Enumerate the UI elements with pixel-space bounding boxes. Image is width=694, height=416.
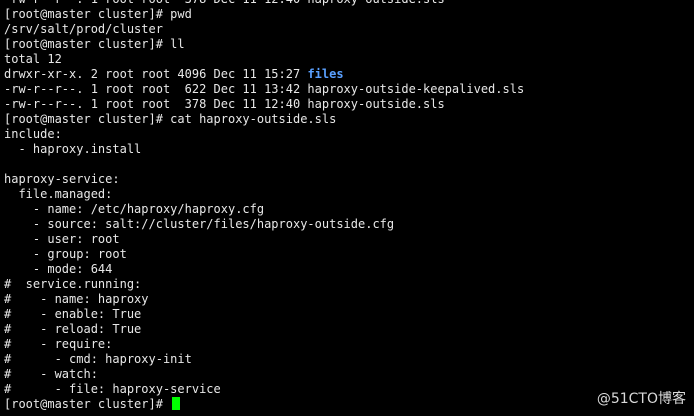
watermark: @51CTO博客 — [596, 391, 686, 407]
terminal-line: [root@master cluster]# ll — [4, 37, 524, 52]
terminal-line: -rw-r--r--. 1 root root 378 Dec 11 12:40… — [4, 97, 524, 112]
terminal-line: -rw-r--r--. 1 root root 378 Dec 11 12:40… — [4, 0, 524, 7]
line-text: file.managed: — [4, 187, 113, 201]
terminal-line: file.managed: — [4, 187, 524, 202]
line-text: - name: /etc/haproxy/haproxy.cfg — [4, 202, 265, 216]
terminal-line: # - reload: True — [4, 322, 524, 337]
terminal-line: total 12 — [4, 52, 524, 67]
terminal-output: -rw-r--r--. 1 root root 378 Dec 11 12:40… — [4, 0, 524, 412]
line-text: haproxy-service: — [4, 172, 120, 186]
terminal-line: # - watch: — [4, 367, 524, 382]
line-text: # - watch: — [4, 367, 98, 381]
line-text: - group: root — [4, 247, 127, 261]
terminal-line: - group: root — [4, 247, 524, 262]
terminal-line: /srv/salt/prod/cluster — [4, 22, 524, 37]
line-text: # - enable: True — [4, 307, 142, 321]
terminal-line: - haproxy.install — [4, 142, 524, 157]
line-text: # - reload: True — [4, 322, 142, 336]
line-text: # - cmd: haproxy-init — [4, 352, 192, 366]
terminal-line: # - require: — [4, 337, 524, 352]
line-text: [root@master cluster]# ll — [4, 37, 185, 51]
line-text: # - require: — [4, 337, 113, 351]
line-text: # service.running: — [4, 277, 142, 291]
terminal-line: # service.running: — [4, 277, 524, 292]
line-text: - source: salt://cluster/files/haproxy-o… — [4, 217, 395, 231]
text-cursor — [172, 397, 181, 410]
terminal-line: include: — [4, 127, 524, 142]
terminal-line: - name: /etc/haproxy/haproxy.cfg — [4, 202, 524, 217]
line-text: total 12 — [4, 52, 62, 66]
terminal-line: - mode: 644 — [4, 262, 524, 277]
line-text: - haproxy.install — [4, 142, 142, 156]
terminal-line: - source: salt://cluster/files/haproxy-o… — [4, 217, 524, 232]
line-text: [root@master cluster]# pwd — [4, 7, 192, 21]
line-text: -rw-r--r--. 1 root root 378 Dec 11 12:40… — [4, 0, 445, 6]
line-text: - user: root — [4, 232, 120, 246]
line-text: [root@master cluster]# — [4, 397, 171, 411]
line-text: -rw-r--r--. 1 root root 622 Dec 11 13:42… — [4, 82, 525, 96]
terminal-line: [root@master cluster]# pwd — [4, 7, 524, 22]
prompt-line[interactable]: [root@master cluster]# — [4, 397, 524, 412]
terminal-line: # - enable: True — [4, 307, 524, 322]
line-text: [root@master cluster]# cat haproxy-outsi… — [4, 112, 337, 126]
line-text: include: — [4, 127, 62, 141]
terminal-line: # - file: haproxy-service — [4, 382, 524, 397]
line-text: - mode: 644 — [4, 262, 113, 276]
directory-name: files — [307, 67, 344, 81]
terminal-window[interactable]: -rw-r--r--. 1 root root 378 Dec 11 12:40… — [0, 0, 694, 416]
terminal-line: # - cmd: haproxy-init — [4, 352, 524, 367]
terminal-line: -rw-r--r--. 1 root root 622 Dec 11 13:42… — [4, 82, 524, 97]
line-text: drwxr-xr-x. 2 root root 4096 Dec 11 15:2… — [4, 67, 308, 81]
terminal-line: drwxr-xr-x. 2 root root 4096 Dec 11 15:2… — [4, 67, 524, 82]
line-text: # - file: haproxy-service — [4, 382, 221, 396]
terminal-line: # - name: haproxy — [4, 292, 524, 307]
line-text: -rw-r--r--. 1 root root 378 Dec 11 12:40… — [4, 97, 445, 111]
terminal-line: haproxy-service: — [4, 172, 524, 187]
line-text: /srv/salt/prod/cluster — [4, 22, 163, 36]
line-text: # - name: haproxy — [4, 292, 149, 306]
terminal-line: - user: root — [4, 232, 524, 247]
terminal-line: [root@master cluster]# cat haproxy-outsi… — [4, 112, 524, 127]
